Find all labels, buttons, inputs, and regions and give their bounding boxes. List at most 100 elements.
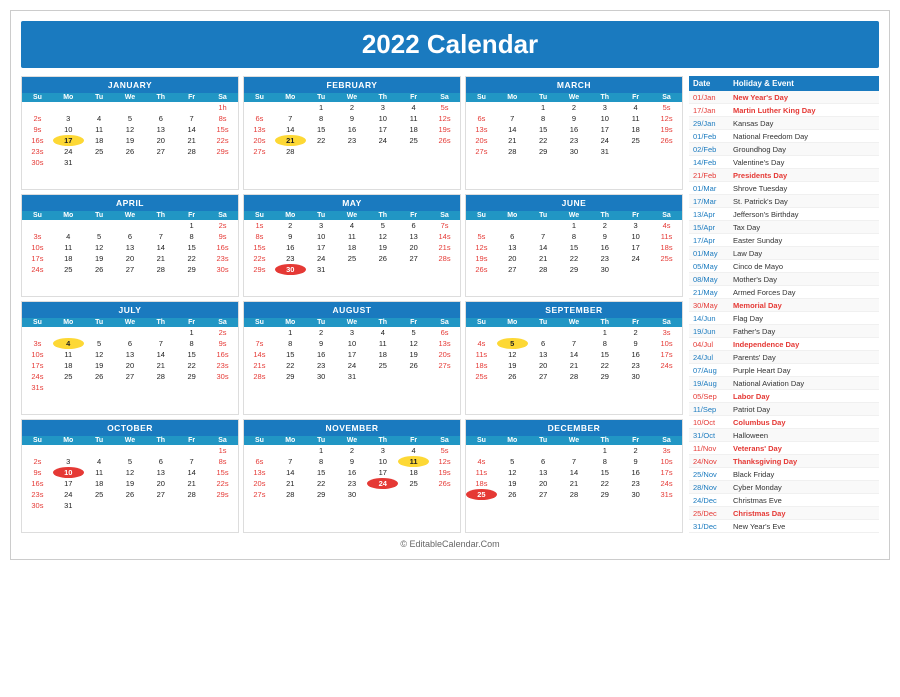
cal-cell: 12 (497, 467, 528, 478)
holiday-row: 30/MayMemorial Day (689, 299, 879, 312)
holiday-row: 11/NovVeterans' Day (689, 442, 879, 455)
cal-cell: 11 (53, 349, 84, 360)
cal-cell: 16 (337, 124, 368, 135)
cal-cell: 27s (244, 489, 275, 500)
cal-cell: 30s (22, 157, 53, 168)
cal-cell: 27 (145, 489, 176, 500)
cal-cell: 19 (367, 242, 398, 253)
cal-cell: 20s (244, 478, 275, 489)
cal-cell: 26 (84, 371, 115, 382)
cal-cell: 13 (115, 349, 146, 360)
holiday-date: 05/May (693, 262, 733, 271)
cal-cell: 7 (275, 113, 306, 124)
cal-cell (398, 264, 429, 275)
cal-cell: 17s (651, 349, 682, 360)
day-header: Th (367, 318, 398, 327)
day-header: Su (244, 436, 275, 445)
cal-cell: 24 (53, 146, 84, 157)
day-header: Su (244, 318, 275, 327)
cal-cell: 8 (306, 456, 337, 467)
day-header: Tu (528, 211, 559, 220)
cal-cell: 16 (559, 124, 590, 135)
cal-cell: 12 (398, 338, 429, 349)
day-header: We (337, 436, 368, 445)
holiday-row: 01/MayLaw Day (689, 247, 879, 260)
month-april: APRILSuMoTuWeThFrSa12s3s456789s10s111213… (21, 194, 239, 297)
cal-cell (275, 445, 306, 456)
cal-cell: 27 (528, 371, 559, 382)
cal-cell: 5 (398, 327, 429, 338)
cal-cell: 29 (589, 371, 620, 382)
day-header: Tu (306, 93, 337, 102)
cal-cell: 19s (429, 467, 460, 478)
cal-cell: 10 (367, 456, 398, 467)
cal-cell: 28 (145, 371, 176, 382)
cal-cell: 1 (176, 220, 207, 231)
cal-cell (466, 327, 497, 338)
cal-table-may: SuMoTuWeThFrSa1s234567s8s91011121314s15s… (244, 211, 460, 275)
cal-cell: 6s (466, 113, 497, 124)
cal-cell: 15 (275, 349, 306, 360)
cal-cell: 29 (176, 264, 207, 275)
day-header: Tu (84, 436, 115, 445)
day-header: Fr (176, 318, 207, 327)
cal-cell: 8 (275, 338, 306, 349)
month-header-january: JANUARY (22, 77, 238, 93)
month-october: OCTOBERSuMoTuWeThFrSa1s2s345678s9s101112… (21, 419, 239, 533)
cal-table-march: SuMoTuWeThFrSa12345s6s789101112s13s14151… (466, 93, 682, 157)
cal-cell: 28 (176, 489, 207, 500)
day-header: Th (367, 436, 398, 445)
day-header: Sa (651, 436, 682, 445)
cal-cell: 5s (429, 445, 460, 456)
cal-cell: 7 (497, 113, 528, 124)
cal-cell: 18 (620, 124, 651, 135)
cal-cell: 8 (306, 113, 337, 124)
cal-cell: 15s (207, 467, 238, 478)
holiday-row: 10/OctColumbus Day (689, 416, 879, 429)
day-header: Fr (398, 318, 429, 327)
holidays-date-col: Date (693, 79, 733, 88)
cal-cell: 14 (145, 349, 176, 360)
day-header: We (559, 211, 590, 220)
cal-cell: 25 (398, 478, 429, 489)
holiday-row: 11/SepPatriot Day (689, 403, 879, 416)
holiday-name: Memorial Day (733, 301, 875, 310)
cal-cell: 12s (429, 113, 460, 124)
cal-cell: 12 (367, 231, 398, 242)
cal-cell: 30s (22, 500, 53, 511)
holiday-name: Law Day (733, 249, 875, 258)
cal-cell: 9s (207, 231, 238, 242)
cal-cell: 4 (84, 456, 115, 467)
day-header: Fr (620, 318, 651, 327)
month-header-july: JULY (22, 302, 238, 318)
cal-cell (466, 445, 497, 456)
day-header: Th (145, 211, 176, 220)
cal-cell: 7 (145, 338, 176, 349)
cal-cell: 31s (22, 382, 53, 393)
cal-cell: 27 (115, 264, 146, 275)
cal-cell: 16s (22, 478, 53, 489)
cal-cell: 19 (115, 478, 146, 489)
cal-cell: 10s (651, 338, 682, 349)
month-december: DECEMBERSuMoTuWeThFrSa123s4s5678910s11s1… (465, 419, 683, 533)
month-july: JULYSuMoTuWeThFrSa12s3s456789s10s1112131… (21, 301, 239, 415)
holiday-row: 24/NovThanksgiving Day (689, 455, 879, 468)
cal-cell: 21 (497, 135, 528, 146)
cal-cell: 29 (528, 146, 559, 157)
cal-cell: 13s (466, 124, 497, 135)
cal-cell (176, 500, 207, 511)
day-header: Mo (275, 93, 306, 102)
cal-cell: 10 (337, 338, 368, 349)
cal-cell: 3 (620, 220, 651, 231)
holiday-row: 02/FebGroundhog Day (689, 143, 879, 156)
cal-cell: 17s (651, 467, 682, 478)
cal-cell: 30s (207, 371, 238, 382)
holiday-name: Veterans' Day (733, 444, 875, 453)
cal-cell: 22 (528, 135, 559, 146)
holiday-date: 05/Sep (693, 392, 733, 401)
cal-cell: 24 (367, 135, 398, 146)
cal-cell: 23 (306, 360, 337, 371)
day-header: Mo (53, 211, 84, 220)
cal-cell (398, 146, 429, 157)
holiday-name: Halloween (733, 431, 875, 440)
